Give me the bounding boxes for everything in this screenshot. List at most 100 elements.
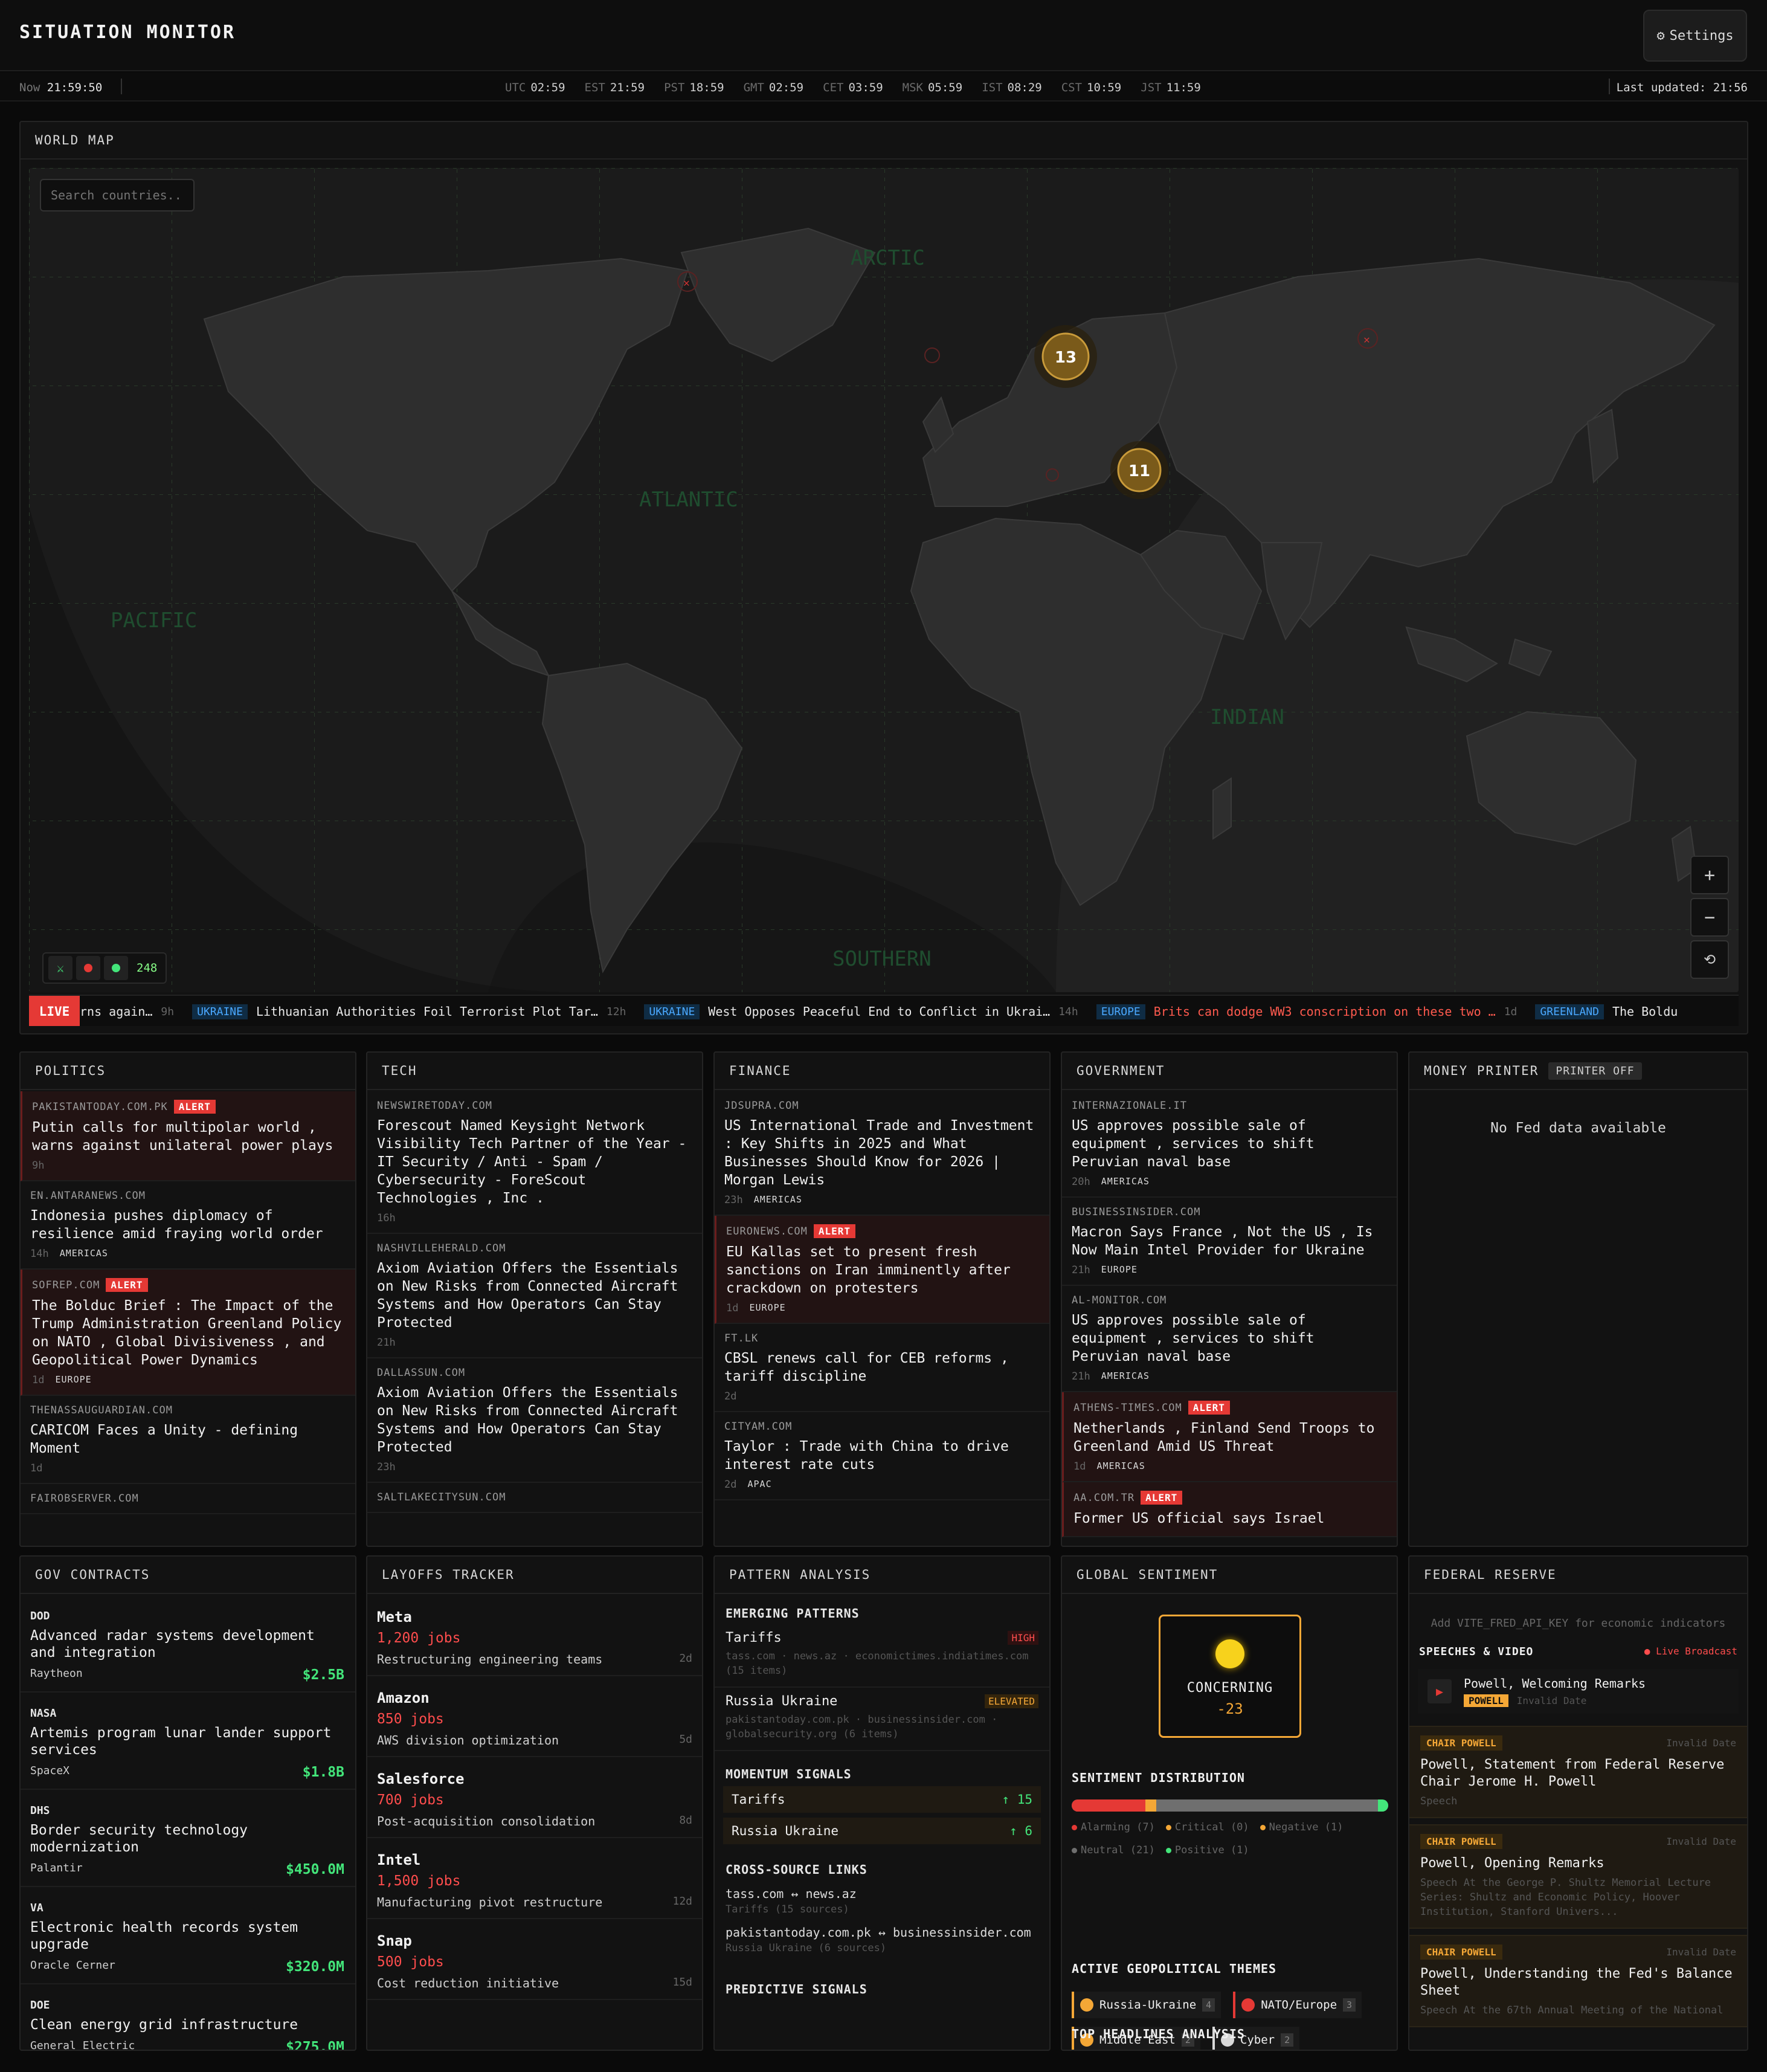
zoom-in-button[interactable]: + [1690,856,1729,894]
layoff-item[interactable]: Intel 1,500 jobs Manufacturing pivot restr… [367,1838,702,1919]
pattern-item[interactable]: Russia Ukraine ELEVATED pakistantoday.com.… [715,1688,1049,1751]
news-item[interactable]: EURONEWS.COM ALERT EU Kallas set to presen… [715,1216,1049,1324]
news-item[interactable]: NASHVILLEHERALD.COM Axiom Aviation Offers… [367,1234,702,1358]
zoom-out-button[interactable]: − [1690,898,1729,937]
ticker-item[interactable]: GREENLAND The Boldu [1535,1004,1678,1019]
video-item[interactable]: ▶ Powell, Welcoming Remarks POWELL Inval… [1418,1669,1739,1714]
news-item[interactable]: PAKISTANTODAY.COM.PK ALERT Putin calls for… [21,1091,355,1181]
link-topic: Russia Ukraine (6 sources) [726,1942,887,1954]
news-item[interactable]: EN.ANTARANEWS.COM Indonesia pushes diplom… [21,1181,355,1270]
reset-view-button[interactable]: ⟲ [1690,940,1729,979]
news-headline[interactable]: Indonesia pushes diplomacy of resilience… [30,1207,344,1243]
contract-item[interactable]: DOD Advanced radar systems development an… [21,1595,355,1693]
play-icon[interactable]: ▶ [1427,1679,1452,1703]
cross-source-link[interactable]: tass.com ↔ news.az Tariffs (15 sources) [715,1884,1049,1923]
ticker-item[interactable]: UKRAINE Lithuanian Authorities Foil Terro… [192,1004,626,1019]
news-source: SALTLAKECITYSUN.COM [377,1491,506,1503]
status-dot-icon[interactable] [104,956,128,980]
cluster-13[interactable]: 13 [1034,325,1097,388]
conflict-icon[interactable]: ⚔ [48,956,72,980]
cross-source-link[interactable]: pakistantoday.com.pk ↔ businessinsider.c… [715,1923,1049,1961]
pattern-item[interactable]: Tariffs HIGH tass.com · news.az · economic… [715,1624,1049,1688]
tech-panel: TECH NEWSWIRETODAY.COM Forescout Named Ke… [366,1051,703,1547]
layoff-item[interactable]: Meta 1,200 jobs Restructuring engineering … [367,1595,702,1676]
news-item[interactable]: NEWSWIRETODAY.COM Forescout Named Keysigh… [367,1091,702,1234]
sentiment-label: CONCERNING [1186,1680,1273,1696]
news-item[interactable]: DALLASSUN.COM Axiom Aviation Offers the E… [367,1358,702,1483]
layoff-item[interactable]: Salesforce 700 jobs Post-acquisition conso… [367,1757,702,1838]
contract-item[interactable]: DOE Clean energy grid infrastructure Gener… [21,1984,355,2050]
divider [121,79,122,94]
news-item[interactable]: ATHENS-TIMES.COM ALERT Netherlands , Finla… [1062,1392,1397,1482]
links-list: tass.com ↔ news.az Tariffs (15 sources) pa… [715,1884,1049,1961]
cluster-11[interactable]: 11 [1110,441,1168,499]
news-meta: 20h AMERICAS [1072,1176,1386,1188]
news-headline[interactable]: Forescout Named Keysight Network Visibil… [377,1117,691,1207]
news-item[interactable]: BUSINESSINSIDER.COM Macron Says France , … [1062,1198,1397,1286]
panel-title: GOVERNMENT [1062,1053,1397,1090]
news-headline[interactable]: CARICOM Faces a Unity - defining Moment [30,1421,344,1457]
news-headline[interactable]: Putin calls for multipolar world , warns… [32,1118,344,1155]
speech-date: Invalid Date [1666,1737,1736,1749]
theme-chip[interactable]: Russia-Ukraine 4 [1072,1992,1221,2018]
news-headline[interactable]: The Bolduc Brief : The Impact of the Tru… [32,1297,344,1369]
live-broadcast-link[interactable]: ● Live Broadcast [1644,1645,1737,1658]
news-headline[interactable]: Former US official says Israel [1073,1509,1386,1528]
predictive-heading: PREDICTIVE SIGNALS [726,1982,867,1996]
contract-item[interactable]: VA Electronic health records system upgra… [21,1887,355,1984]
news-item[interactable]: AA.COM.TR ALERT Former US official says Is… [1062,1482,1397,1537]
contract-amount: $320.0M [286,1959,344,1975]
contract-vendor: Oracle Cerner [30,1959,115,1972]
country-search-input[interactable] [40,179,195,211]
pattern-row: Russia Ukraine ELEVATED [726,1694,1038,1709]
alert-dot-icon[interactable] [76,956,100,980]
news-headline[interactable]: Macron Says France , Not the US , Is Now… [1072,1223,1386,1259]
news-item[interactable]: FAIROBSERVER.COM [21,1484,355,1514]
contract-item[interactable]: DHS Border security technology modernizat… [21,1790,355,1887]
news-headline[interactable]: CBSL renews call for CEB reforms , tarif… [724,1349,1038,1386]
momentum-item[interactable]: Russia Ukraine ↑ 6 [723,1818,1041,1844]
speech-card[interactable]: CHAIR POWELL Invalid Date Powell, Understa… [1409,1935,1747,2027]
speech-card[interactable]: CHAIR POWELL Invalid Date Powell, Statemen… [1409,1726,1747,1818]
news-item[interactable]: SOFREP.COM ALERT The Bolduc Brief : The Im… [21,1270,355,1396]
speech-card[interactable]: CHAIR POWELL Invalid Date Powell, Opening … [1409,1824,1747,1929]
momentum-item[interactable]: Tariffs ↑ 15 [723,1786,1041,1813]
news-source: DALLASSUN.COM [377,1367,466,1379]
contract-vendor: General Electric [30,2039,135,2050]
world-map[interactable]: ARCTIC ATLANTIC PACIFIC INDIAN SOUTHERN … [29,168,1739,992]
ticker-headline: West Opposes Peaceful End to Conflict in… [708,1004,1051,1019]
news-time: 20h [1072,1176,1090,1188]
news-item[interactable]: FT.LK CBSL renews call for CEB reforms , … [715,1324,1049,1412]
news-item[interactable]: AL-MONITOR.COM US approves possible sale … [1062,1286,1397,1392]
layoff-item[interactable]: Snap 500 jobs Cost reduction initiative 15d [367,1919,702,2000]
theme-chip[interactable]: NATO/Europe 3 [1233,1992,1362,2018]
ticker-item[interactable]: UKRAINE West Opposes Peaceful End to Conf… [644,1004,1078,1019]
news-time: 1d [1073,1460,1086,1473]
speeches-heading: SPEECHES & VIDEO [1419,1645,1534,1658]
news-headline[interactable]: Taylor : Trade with China to drive inter… [724,1438,1038,1474]
ticker-item[interactable]: rns again… 9h [80,1004,174,1019]
alert-badge: ALERT [813,1224,855,1238]
news-headline[interactable]: EU Kallas set to present fresh sanctions… [726,1243,1038,1297]
contract-item[interactable]: NASA Artemis program lunar lander support… [21,1693,355,1790]
contract-row: SpaceX $1.8B [30,1764,344,1780]
news-item[interactable]: SALTLAKECITYSUN.COM [367,1483,702,1513]
themes-list: Russia-Ukraine 4 NATO/Europe 3 Middle East 2 C… [1072,1992,1397,2050]
news-item[interactable]: INTERNAZIONALE.IT US approves possible sa… [1062,1091,1397,1198]
news-headline[interactable]: Netherlands , Finland Send Troops to Gre… [1073,1419,1386,1456]
news-headline[interactable]: Axiom Aviation Offers the Essentials on … [377,1259,691,1332]
news-headline[interactable]: US approves possible sale of equipment ,… [1072,1311,1386,1366]
news-headline[interactable]: US approves possible sale of equipment ,… [1072,1117,1386,1171]
news-item[interactable]: JDSUPRA.COM US International Trade and In… [715,1091,1049,1216]
region-tag: UKRAINE [644,1004,700,1019]
news-meta: 21h [377,1337,691,1349]
news-headline[interactable]: US International Trade and Investment : … [724,1117,1038,1189]
ticker-item[interactable]: EUROPE Brits can dodge WW3 conscription o… [1096,1004,1517,1019]
news-item[interactable]: THENASSAUGUARDIAN.COM CARICOM Faces a Uni… [21,1396,355,1484]
contract-description: Border security technology modernization [30,1822,248,1855]
settings-button[interactable]: ⚙ Settings [1643,10,1747,62]
news-item[interactable]: CITYAM.COM Taylor : Trade with China to d… [715,1412,1049,1500]
layoff-company: Snap [377,1932,412,1949]
news-headline[interactable]: Axiom Aviation Offers the Essentials on … [377,1384,691,1456]
layoff-item[interactable]: Amazon 850 jobs AWS division optimization 5… [367,1676,702,1757]
